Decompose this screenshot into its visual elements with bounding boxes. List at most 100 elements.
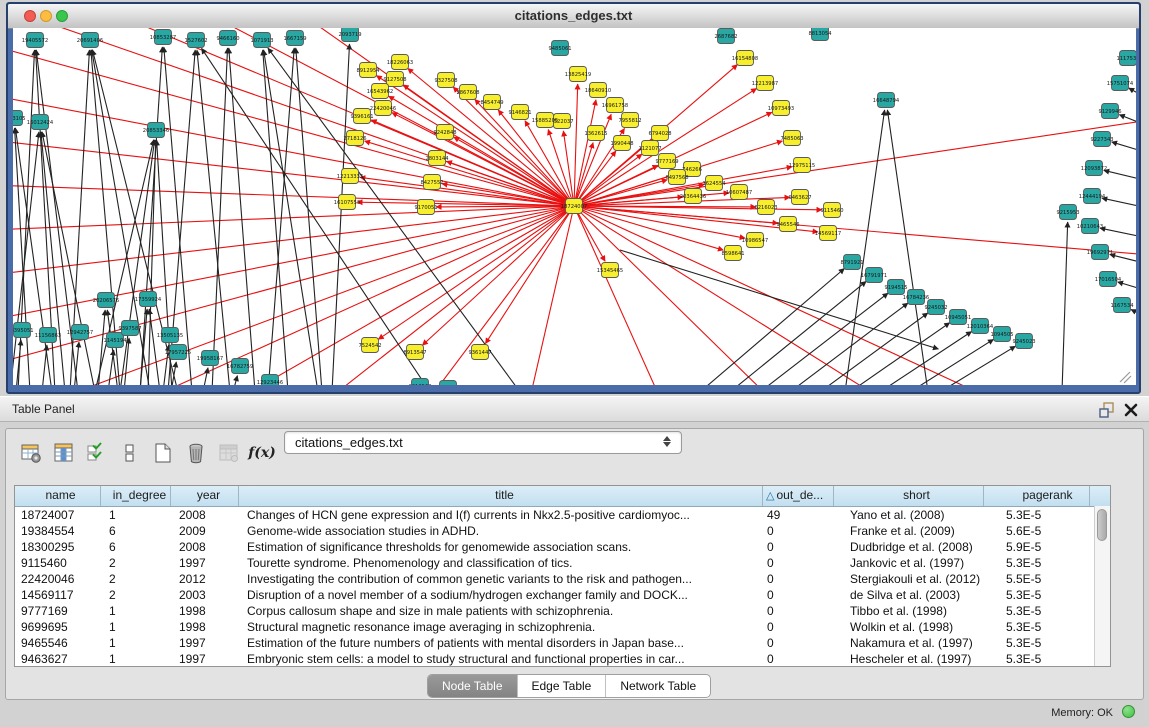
cited-node[interactable]: 9463627	[788, 190, 811, 205]
citing-node[interactable]: 2053105	[13, 111, 26, 126]
citing-node[interactable]: 2093719	[338, 28, 361, 42]
cited-node[interactable]: 9465546	[776, 217, 799, 232]
citing-node[interactable]: 8791921	[840, 255, 863, 270]
citing-node[interactable]: 9215953	[1056, 205, 1079, 220]
cited-node[interactable]: 1362615	[584, 126, 607, 141]
cited-node[interactable]: 2867608	[456, 85, 479, 100]
citing-node[interactable]: 9397587	[118, 321, 141, 336]
cited-node[interactable]: 2803144	[425, 151, 449, 166]
citing-node[interactable]: 1527602	[184, 33, 207, 48]
cited-node[interactable]: 14569117	[815, 226, 841, 241]
network-canvas[interactable]: 1615480812213987109734937485063129751159…	[13, 28, 1136, 385]
citing-node[interactable]: 12093872	[1081, 161, 1107, 176]
column-header-year[interactable]: year	[171, 486, 239, 506]
table-row[interactable]: 946554611997Estimation of the future num…	[15, 635, 1110, 651]
citing-node[interactable]: 10945051	[945, 310, 971, 325]
citing-node[interactable]: 9194515	[884, 280, 907, 295]
table-row[interactable]: 911546021997Tourette syndrome. Phenomeno…	[15, 555, 1110, 571]
cited-node[interactable]: 8427552	[420, 175, 443, 190]
delete-table-icon[interactable]	[183, 440, 209, 466]
cited-node[interactable]: 1624554	[702, 176, 726, 191]
cited-node[interactable]: 7524542	[358, 338, 381, 353]
citing-node[interactable]: 19958167	[197, 351, 223, 366]
close-panel-icon[interactable]	[1123, 402, 1139, 418]
citing-node[interactable]: 1667159	[283, 31, 306, 46]
citing-node[interactable]: 8813054	[808, 28, 832, 41]
citing-node[interactable]: 12444194	[1079, 189, 1106, 204]
column-header-short[interactable]: short	[834, 486, 984, 506]
citing-node[interactable]: 1071913	[250, 33, 273, 48]
table-row[interactable]: 977716911998Corpus callosum shape and si…	[15, 603, 1110, 619]
table-source-select[interactable]: citations_edges.txt	[284, 431, 682, 454]
tab-network-table[interactable]: Network Table	[605, 675, 710, 697]
cited-node[interactable]: 9115460	[820, 203, 843, 218]
citing-node[interactable]: 10210643	[1077, 219, 1103, 234]
cited-node[interactable]: 7485063	[780, 131, 803, 146]
cited-node[interactable]: 1990448	[610, 136, 633, 151]
cited-node[interactable]: 16961758	[602, 98, 628, 113]
citing-node[interactable]: 1117534	[1116, 51, 1136, 66]
cited-node[interactable]: 13825419	[565, 67, 591, 82]
citing-node[interactable]: 1954218	[436, 381, 459, 386]
cited-node[interactable]: 7955812	[618, 113, 641, 128]
cited-node[interactable]: 6497568	[665, 170, 688, 185]
citing-node[interactable]: 13505135	[157, 328, 183, 343]
citation-network-graph[interactable]: 1615480812213987109734937485063129751159…	[13, 28, 1136, 385]
table-scrollbar-thumb[interactable]	[1097, 509, 1107, 541]
cited-node[interactable]: 2718126	[343, 131, 366, 146]
select-rows-icon[interactable]	[84, 440, 110, 466]
table-row[interactable]: 1456911722003Disruption of a novel membe…	[15, 587, 1110, 603]
cited-node[interactable]: 1121077	[638, 141, 661, 156]
column-header-name[interactable]: name	[15, 486, 101, 506]
citing-node[interactable]: 19405572	[22, 33, 48, 48]
new-table-icon[interactable]	[150, 440, 176, 466]
cited-node[interactable]: 9242848	[433, 125, 456, 140]
cited-node[interactable]: 9396161	[350, 109, 373, 124]
citing-node[interactable]: 9466160	[216, 31, 239, 46]
cited-node[interactable]: 6794028	[648, 126, 671, 141]
function-builder-icon[interactable]: f(x)	[249, 440, 275, 466]
minimize-window-button[interactable]	[40, 10, 52, 22]
citing-node[interactable]: 16784236	[903, 290, 929, 305]
citing-node[interactable]: 17359924	[135, 292, 162, 307]
zoom-window-button[interactable]	[56, 10, 68, 22]
float-panel-icon[interactable]	[1099, 402, 1115, 418]
citing-node[interactable]: 9227343	[1090, 132, 1113, 147]
citing-node[interactable]: 1213568	[408, 379, 431, 386]
table-scrollbar[interactable]	[1094, 506, 1110, 666]
cited-node[interactable]: 9361447	[468, 345, 491, 360]
citing-node[interactable]: 16782759	[227, 359, 253, 374]
citing-node[interactable]: 19692971	[1087, 245, 1113, 260]
cited-node[interactable]: 9146821	[508, 105, 531, 120]
window-titlebar[interactable]: citations_edges.txt	[8, 4, 1139, 29]
table-row[interactable]: 1830029562008Estimation of significance …	[15, 539, 1110, 555]
table-row[interactable]: 1872400712008Changes of HCN gene express…	[15, 507, 1110, 523]
citing-node[interactable]: 2687682	[714, 29, 737, 44]
cited-node[interactable]: 10607487	[726, 185, 752, 200]
citing-node[interactable]: 8395051	[13, 323, 34, 338]
table-row[interactable]: 1938455462009Genome-wide association stu…	[15, 523, 1110, 539]
cited-node[interactable]: 9170051	[414, 200, 437, 215]
citing-node[interactable]: 9245032	[924, 300, 947, 315]
tab-edge-table[interactable]: Edge Table	[517, 675, 606, 697]
cited-node[interactable]: 9327508	[434, 73, 457, 88]
memory-status-icon[interactable]	[1122, 705, 1135, 718]
cited-node[interactable]: 16107553	[334, 195, 360, 210]
cited-node[interactable]: 12213987	[752, 76, 778, 91]
citing-node[interactable]: 10853287	[150, 30, 176, 45]
cited-node[interactable]: 16154808	[732, 51, 758, 66]
citing-node[interactable]: 9245023	[1012, 334, 1035, 349]
citing-node[interactable]: 11156863	[35, 328, 61, 343]
citing-node[interactable]: 1094505	[990, 327, 1013, 342]
table-row[interactable]: 946362711997Embryonic stem cells: a mode…	[15, 651, 1110, 667]
close-window-button[interactable]	[24, 10, 36, 22]
column-header-title[interactable]: title	[239, 486, 763, 506]
cited-node[interactable]: 10973493	[768, 101, 794, 116]
cited-node[interactable]: 8454749	[480, 95, 503, 110]
import-table-icon[interactable]	[216, 440, 242, 466]
column-visibility-icon[interactable]	[51, 440, 77, 466]
cited-node[interactable]: 10986547	[742, 233, 768, 248]
table-row[interactable]: 2242004622012Investigating the contribut…	[15, 571, 1110, 587]
cited-node[interactable]: 8912954	[356, 63, 380, 78]
table-row[interactable]: 969969511998Structural magnetic resonanc…	[15, 619, 1110, 635]
